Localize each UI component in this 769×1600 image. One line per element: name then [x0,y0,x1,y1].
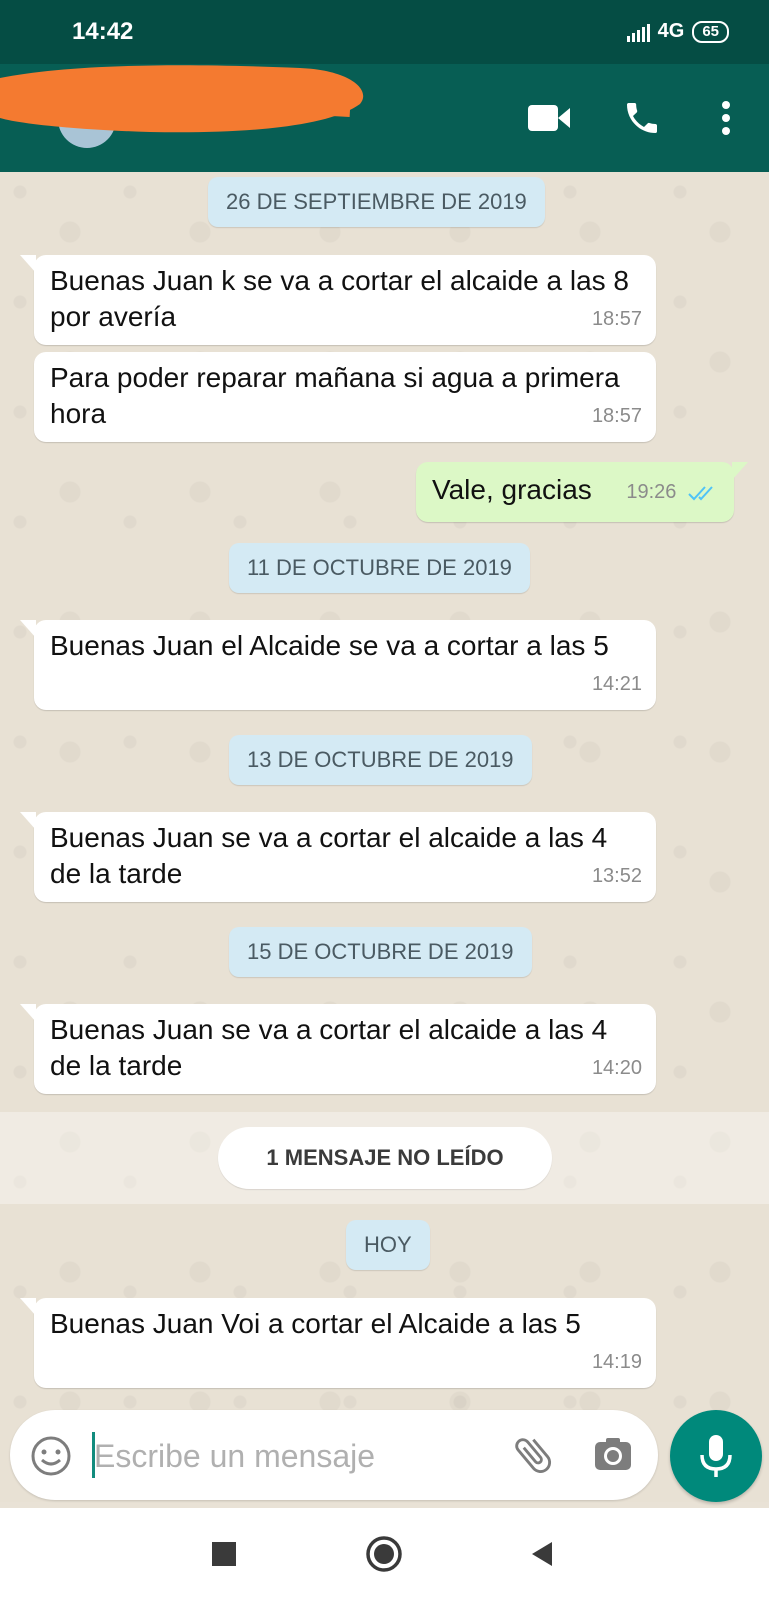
redaction-scribble [0,65,364,133]
incoming-message[interactable]: Para poder reparar mañana si agua a prim… [34,352,656,442]
message-time: 14:19 [591,1351,642,1373]
nav-back-icon[interactable] [518,1530,566,1578]
message-text: Buenas Juan k se va a cortar el alcaide … [50,265,630,332]
more-vert-icon[interactable] [698,90,754,146]
text-cursor [92,1432,95,1478]
date-chip: 11 DE OCTUBRE DE 2019 [229,543,530,593]
message-input[interactable] [92,1430,486,1482]
incoming-message[interactable]: Buenas Juan se va a cortar el alcaide a … [20,812,656,902]
status-indicators: 4G 65 [626,20,729,43]
mic-button[interactable] [670,1410,762,1502]
battery-indicator: 65 [692,20,729,43]
message-time: 18:57 [591,405,642,427]
message-time: 14:21 [591,673,642,695]
phone-icon[interactable] [614,90,670,146]
message-text: Para poder reparar mañana si agua a prim… [50,362,620,429]
message-text: Buenas Juan se va a cortar el alcaide a … [50,1014,608,1081]
outgoing-message[interactable]: Vale, gracias 19:26 [416,462,748,522]
camera-icon[interactable] [590,1432,636,1483]
message-time: 19:26 [626,481,677,503]
date-chip: 13 DE OCTUBRE DE 2019 [229,735,532,785]
message-text: Buenas Juan el Alcaide se va a cortar a … [50,630,609,661]
signal-icon [626,22,650,42]
incoming-message[interactable]: Buenas Juan k se va a cortar el alcaide … [20,255,656,345]
incoming-message[interactable]: Buenas Juan se va a cortar el alcaide a … [20,1004,656,1094]
status-time: 14:42 [72,18,134,45]
system-nav-bar [0,1508,769,1600]
message-time: 14:20 [591,1057,642,1079]
emoji-icon[interactable] [30,1435,72,1482]
date-chip: HOY [346,1220,430,1270]
nav-recents-icon[interactable] [200,1530,248,1578]
unread-messages-label: 1 MENSAJE NO LEÍDO [218,1127,552,1189]
mic-icon [700,1435,732,1477]
status-bar: 14:42 4G 65 [0,0,769,64]
message-time: 13:52 [591,865,642,887]
video-call-icon[interactable] [522,90,578,146]
message-time: 18:57 [591,308,642,330]
date-chip: 26 DE SEPTIEMBRE DE 2019 [208,177,545,227]
message-text: Buenas Juan se va a cortar el alcaide a … [50,822,608,889]
message-text: Buenas Juan Voi a cortar el Alcaide a la… [50,1308,581,1339]
incoming-message[interactable]: Buenas Juan Voi a cortar el Alcaide a la… [20,1298,656,1388]
composer-bar [10,1410,658,1500]
date-chip: 15 DE OCTUBRE DE 2019 [229,927,532,977]
message-meta: 19:26 [626,474,718,510]
network-type: 4G [657,20,685,42]
read-ticks-icon [688,486,713,501]
attach-icon[interactable] [510,1432,556,1483]
incoming-message[interactable]: Buenas Juan el Alcaide se va a cortar a … [20,620,656,710]
nav-home-icon[interactable] [360,1530,408,1578]
